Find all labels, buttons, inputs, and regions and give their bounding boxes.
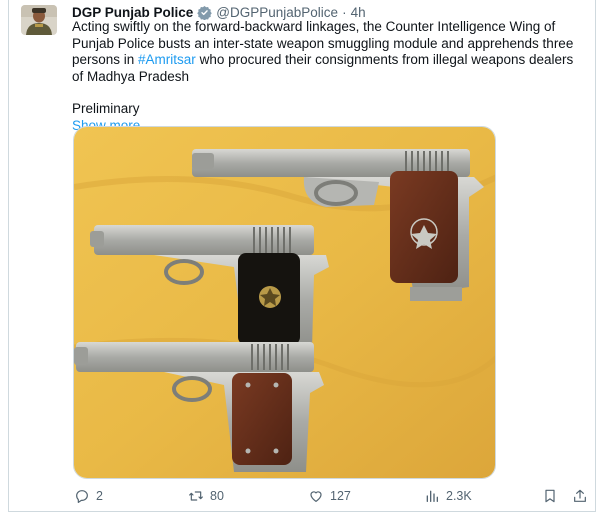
timestamp[interactable]: 4h	[351, 5, 366, 20]
like-icon	[310, 491, 322, 502]
views-icon	[426, 490, 438, 502]
reply-button[interactable]: 2	[74, 486, 103, 506]
preliminary-text: Preliminary	[72, 101, 140, 116]
share-button[interactable]	[572, 486, 588, 506]
separator-dot: ·	[342, 4, 347, 20]
views-button[interactable]: 2.3K	[424, 486, 472, 506]
tweet-text: Acting swiftly on the forward-backward l…	[72, 19, 587, 134]
share-icon	[574, 489, 586, 502]
repost-icon	[189, 491, 203, 501]
tweet-photo[interactable]	[73, 126, 496, 479]
hashtag-link[interactable]: #Amritsar	[138, 52, 196, 67]
avatar[interactable]	[21, 5, 57, 35]
bookmark-icon	[545, 489, 555, 503]
reply-count: 2	[96, 489, 103, 503]
verified-badge-icon	[197, 5, 213, 20]
author-name[interactable]: DGP Punjab Police	[72, 5, 193, 20]
reply-icon	[76, 490, 88, 503]
like-button[interactable]: 127	[308, 486, 351, 506]
repost-button[interactable]: 80	[188, 486, 224, 506]
repost-count: 80	[210, 489, 224, 503]
pistols-photo	[74, 127, 495, 478]
tweet-actions: 2 80 127 2.3K	[72, 486, 592, 506]
views-count: 2.3K	[446, 489, 472, 503]
bookmark-button[interactable]	[542, 486, 558, 506]
author-handle[interactable]: @DGPPunjabPolice	[216, 5, 338, 20]
like-count: 127	[330, 489, 351, 503]
tweet-paragraph: Acting swiftly on the forward-backward l…	[72, 19, 587, 85]
